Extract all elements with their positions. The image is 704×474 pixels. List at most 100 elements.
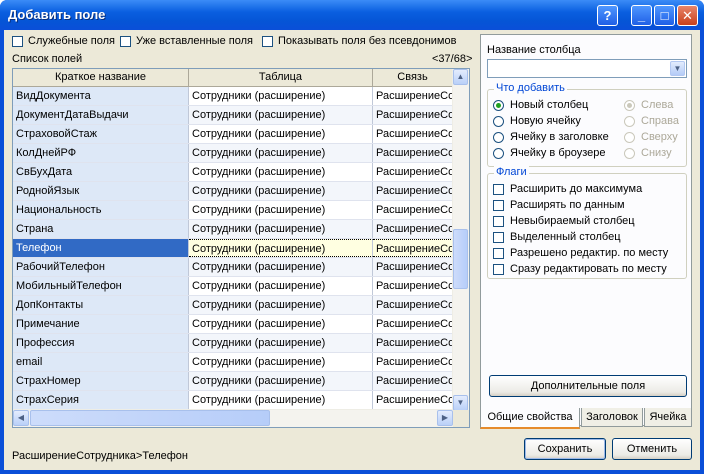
- cell-short-name[interactable]: email: [13, 353, 189, 371]
- cell-link[interactable]: РасширениеСо: [373, 220, 453, 238]
- horizontal-scroll-thumb[interactable]: [30, 410, 270, 426]
- flag-inplace-edit-allowed[interactable]: Разрешено редактир. по месту: [493, 247, 668, 259]
- tab-header[interactable]: Заголовок: [581, 408, 643, 427]
- cell-short-name[interactable]: РабочийТелефон: [13, 258, 189, 276]
- radio-top[interactable]: Сверху: [624, 131, 678, 143]
- cell-table[interactable]: Сотрудники (расширение): [189, 315, 373, 333]
- table-row[interactable]: ДопКонтакты Сотрудники (расширение) Расшир…: [13, 296, 453, 315]
- cell-link[interactable]: РасширениеСо: [373, 87, 453, 105]
- table-row[interactable]: Страна Сотрудники (расширение) РасширениеС…: [13, 220, 453, 239]
- radio-left[interactable]: Слева: [624, 99, 673, 111]
- cell-table[interactable]: Сотрудники (расширение): [189, 391, 373, 409]
- table-row[interactable]: РоднойЯзык Сотрудники (расширение) Расшире…: [13, 182, 453, 201]
- cell-link[interactable]: РасширениеСо: [373, 391, 453, 409]
- table-row[interactable]: email Сотрудники (расширение) РасширениеСо: [13, 353, 453, 372]
- cell-link[interactable]: РасширениеСо: [373, 201, 453, 219]
- cell-table[interactable]: Сотрудники (расширение): [189, 163, 373, 181]
- table-row[interactable]: Национальность Сотрудники (расширение) Рас…: [13, 201, 453, 220]
- column-header-table[interactable]: Таблица: [189, 69, 373, 86]
- table-row[interactable]: РабочийТелефон Сотрудники (расширение) Рас…: [13, 258, 453, 277]
- cell-short-name[interactable]: Профессия: [13, 334, 189, 352]
- cell-table[interactable]: Сотрудники (расширение): [189, 144, 373, 162]
- column-header-short-name[interactable]: Краткое название: [13, 69, 189, 86]
- cell-table[interactable]: Сотрудники (расширение): [189, 201, 373, 219]
- radio-new-cell[interactable]: Новую ячейку: [493, 115, 581, 127]
- table-row[interactable]: ВидДокумента Сотрудники (расширение) Расши…: [13, 87, 453, 106]
- cell-short-name[interactable]: СтрахСерия: [13, 391, 189, 409]
- scroll-up-button[interactable]: ▲: [453, 69, 468, 85]
- minimize-button[interactable]: _: [631, 5, 652, 26]
- cell-table[interactable]: Сотрудники (расширение): [189, 220, 373, 238]
- cell-table[interactable]: Сотрудники (расширение): [189, 353, 373, 371]
- cell-table[interactable]: Сотрудники (расширение): [189, 106, 373, 124]
- service-fields-checkbox[interactable]: Служебные поля: [12, 35, 115, 47]
- no-alias-fields-checkbox[interactable]: Показывать поля без псевдонимов: [262, 35, 456, 47]
- flag-expand-data[interactable]: Расширять по данным: [493, 199, 625, 211]
- table-row[interactable]: СтрахНомер Сотрудники (расширение) Расшире…: [13, 372, 453, 391]
- cancel-button[interactable]: Отменить: [612, 438, 692, 460]
- maximize-button[interactable]: □: [654, 5, 675, 26]
- table-row-selected[interactable]: Телефон Сотрудники (расширение) Расширение…: [13, 239, 453, 258]
- cell-table[interactable]: Сотрудники (расширение): [189, 334, 373, 352]
- cell-table[interactable]: Сотрудники (расширение): [189, 277, 373, 295]
- cell-short-name[interactable]: СвБухДата: [13, 163, 189, 181]
- scroll-left-button[interactable]: ◀: [13, 410, 29, 426]
- table-row[interactable]: СтрахСерия Сотрудники (расширение) Расшире…: [13, 391, 453, 410]
- cell-table[interactable]: Сотрудники (расширение): [189, 296, 373, 314]
- cell-short-name[interactable]: КолДнейРФ: [13, 144, 189, 162]
- radio-browser-cell[interactable]: Ячейку в броузере: [493, 147, 606, 159]
- cell-table[interactable]: Сотрудники (расширение): [189, 125, 373, 143]
- cell-short-name[interactable]: МобильныйТелефон: [13, 277, 189, 295]
- extra-fields-button[interactable]: Дополнительные поля: [489, 375, 687, 397]
- cell-short-name[interactable]: ДопКонтакты: [13, 296, 189, 314]
- help-button[interactable]: ?: [597, 5, 618, 26]
- vertical-scroll-thumb[interactable]: [453, 229, 468, 289]
- radio-bottom[interactable]: Снизу: [624, 147, 672, 159]
- cell-short-name[interactable]: РоднойЯзык: [13, 182, 189, 200]
- cell-table[interactable]: Сотрудники (расширение): [189, 258, 373, 276]
- vertical-scrollbar[interactable]: ▲ ▼: [452, 69, 469, 411]
- cell-table[interactable]: Сотрудники (расширение): [189, 372, 373, 390]
- close-button[interactable]: ✕: [677, 5, 698, 26]
- radio-header-cell[interactable]: Ячейку в заголовке: [493, 131, 609, 143]
- cell-link[interactable]: РасширениеСо: [373, 163, 453, 181]
- cell-link[interactable]: РасширениеСо: [373, 258, 453, 276]
- cell-short-name[interactable]: Национальность: [13, 201, 189, 219]
- flag-inplace-edit-now[interactable]: Сразу редактировать по месту: [493, 263, 667, 275]
- table-row[interactable]: МобильныйТелефон Сотрудники (расширение) Р…: [13, 277, 453, 296]
- cell-short-name[interactable]: Примечание: [13, 315, 189, 333]
- cell-link[interactable]: РасширениеСо: [373, 144, 453, 162]
- scroll-down-button[interactable]: ▼: [453, 395, 468, 411]
- cell-link[interactable]: РасширениеСо: [373, 239, 453, 257]
- cell-short-name[interactable]: СтрахНомер: [13, 372, 189, 390]
- fields-grid[interactable]: Краткое название Таблица Связь ВидДокуме…: [12, 68, 470, 428]
- combo-dropdown-button[interactable]: ▼: [670, 61, 685, 76]
- table-row[interactable]: СтраховойСтаж Сотрудники (расширение) Расш…: [13, 125, 453, 144]
- scroll-right-button[interactable]: ▶: [437, 410, 453, 426]
- table-row[interactable]: СвБухДата Сотрудники (расширение) Расширен…: [13, 163, 453, 182]
- cell-link[interactable]: РасширениеСо: [373, 106, 453, 124]
- flag-unselectable[interactable]: Невыбираемый столбец: [493, 215, 635, 227]
- cell-short-name[interactable]: Телефон: [13, 239, 189, 257]
- cell-short-name[interactable]: Страна: [13, 220, 189, 238]
- cell-short-name[interactable]: ВидДокумента: [13, 87, 189, 105]
- column-name-combo[interactable]: ▼: [487, 59, 687, 78]
- inserted-fields-checkbox[interactable]: Уже вставленные поля: [120, 35, 253, 47]
- cell-short-name[interactable]: СтраховойСтаж: [13, 125, 189, 143]
- tab-general[interactable]: Общие свойства: [480, 408, 580, 429]
- radio-new-column[interactable]: Новый столбец: [493, 99, 588, 111]
- cell-table[interactable]: Сотрудники (расширение): [189, 182, 373, 200]
- tab-cell[interactable]: Ячейка: [644, 408, 692, 427]
- cell-link[interactable]: РасширениеСо: [373, 296, 453, 314]
- cell-link[interactable]: РасширениеСо: [373, 353, 453, 371]
- cell-link[interactable]: РасширениеСо: [373, 125, 453, 143]
- title-bar[interactable]: Добавить поле ? _ □ ✕: [0, 0, 704, 30]
- cell-short-name[interactable]: ДокументДатаВыдачи: [13, 106, 189, 124]
- cell-table[interactable]: Сотрудники (расширение): [189, 239, 373, 257]
- radio-right[interactable]: Справа: [624, 115, 679, 127]
- table-row[interactable]: Профессия Сотрудники (расширение) Расширен…: [13, 334, 453, 353]
- table-row[interactable]: Примечание Сотрудники (расширение) Расшире…: [13, 315, 453, 334]
- horizontal-scrollbar[interactable]: ◀ ▶: [13, 409, 453, 427]
- cell-link[interactable]: РасширениеСо: [373, 277, 453, 295]
- cell-link[interactable]: РасширениеСо: [373, 334, 453, 352]
